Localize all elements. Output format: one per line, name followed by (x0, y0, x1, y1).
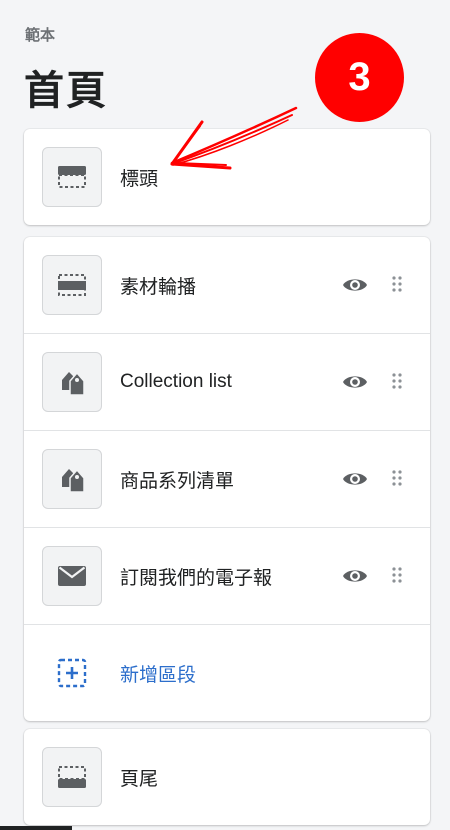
header-card: 標頭 (24, 129, 430, 225)
add-section-button[interactable]: 新增區段 (24, 624, 430, 721)
page-title: 首頁 (24, 69, 108, 113)
footer-section-label: 頁尾 (120, 768, 159, 790)
section-item[interactable]: 素材輪播 (24, 237, 430, 333)
eye-icon[interactable] (342, 370, 368, 394)
bottom-scroll-indicator (0, 826, 72, 830)
add-section-icon (57, 658, 87, 688)
drag-handle-icon[interactable] (391, 469, 403, 487)
step-badge: 3 (315, 33, 404, 122)
section-label: Collection list (120, 371, 232, 392)
eye-icon[interactable] (342, 273, 368, 297)
section-item[interactable]: Collection list (24, 333, 430, 430)
sections-card: 素材輪播 Collection list 商品系列清單 訂閱我們的電子報 新增區… (24, 237, 430, 721)
section-item[interactable]: 訂閱我們的電子報 (24, 527, 430, 624)
section-item[interactable]: 商品系列清單 (24, 430, 430, 527)
tag-icon (42, 352, 102, 412)
footer-card: 頁尾 (24, 729, 430, 825)
header-section-item[interactable]: 標頭 (24, 129, 430, 225)
header-section-label: 標頭 (120, 168, 159, 190)
eye-icon[interactable] (342, 467, 368, 491)
section-label: 商品系列清單 (120, 470, 235, 492)
footer-section-item[interactable]: 頁尾 (24, 729, 430, 825)
drag-handle-icon[interactable] (391, 566, 403, 584)
eye-icon[interactable] (342, 564, 368, 588)
template-subtitle: 範本 (25, 27, 56, 44)
section-label: 訂閱我們的電子報 (120, 567, 273, 589)
tag-icon (42, 449, 102, 509)
drag-handle-icon[interactable] (391, 372, 403, 390)
slideshow-icon (42, 255, 102, 315)
header-layout-icon (42, 147, 102, 207)
add-section-label: 新增區段 (120, 664, 197, 686)
envelope-icon (42, 546, 102, 606)
footer-layout-icon (42, 747, 102, 807)
section-label: 素材輪播 (120, 276, 197, 298)
drag-handle-icon[interactable] (391, 275, 403, 293)
